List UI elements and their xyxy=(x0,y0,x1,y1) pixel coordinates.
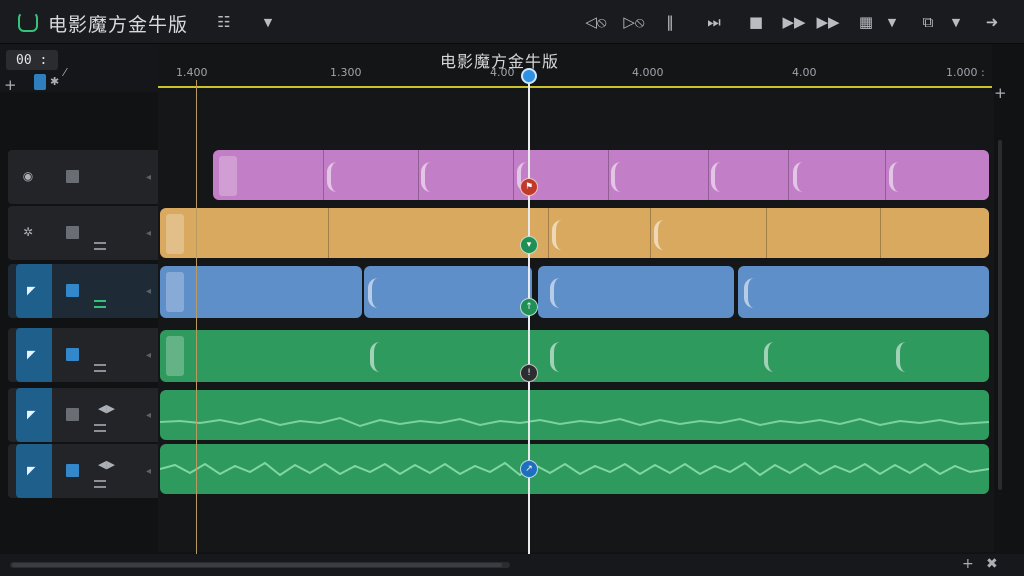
track-color-icon[interactable] xyxy=(66,464,79,477)
mute-solo-icon[interactable] xyxy=(94,480,106,488)
audio-clip[interactable] xyxy=(160,390,989,440)
mute-solo-icon[interactable] xyxy=(94,364,106,372)
title-bar: 电影魔方金牛版 ☷ ▼ ◁⦸ ▷⦸ ‖ ⏭ ■ ▶▶ ▶▶ ▦ ▼ ⧉ ▼ ➜ xyxy=(0,0,1024,44)
track-menu-icon[interactable]: ◂ xyxy=(146,350,151,361)
track-panel-header: 00 : + ✱ ⁄ xyxy=(0,44,158,94)
grid-icon[interactable]: ▦ xyxy=(854,10,878,34)
app-logo-icon xyxy=(18,12,38,32)
play-button[interactable]: ▶▶ xyxy=(782,10,806,34)
video-clip[interactable] xyxy=(538,266,734,318)
bottom-bar: + ✖ xyxy=(0,554,1024,576)
track-color-icon[interactable] xyxy=(66,408,79,421)
chevron-down-icon[interactable]: ▼ xyxy=(256,10,280,34)
playhead-handle[interactable] xyxy=(521,68,537,84)
track-menu-icon[interactable]: ◂ xyxy=(146,228,151,239)
marker-icon[interactable]: ! xyxy=(520,364,538,382)
skip-end-button[interactable]: ⏭ xyxy=(702,10,726,34)
flag-icon: ◤ xyxy=(27,284,36,297)
video-clip[interactable] xyxy=(213,150,989,200)
audio-clip[interactable] xyxy=(160,444,989,494)
video-clip[interactable] xyxy=(160,330,989,382)
app-title: 电影魔方金牛版 xyxy=(48,14,189,36)
track-header-video-1[interactable]: ◉ ◂ xyxy=(8,150,158,204)
fast-forward-button[interactable]: ▷⦸ xyxy=(622,10,646,34)
mute-solo-icon[interactable] xyxy=(94,242,106,250)
magic-wand-icon[interactable]: ⁄ xyxy=(64,66,66,79)
flag-icon: ◤ xyxy=(27,464,36,477)
track-menu-icon[interactable]: ◂ xyxy=(146,172,151,183)
track-menu-icon[interactable]: ◂ xyxy=(146,410,151,421)
ruler-tick-label: 4.000 xyxy=(632,66,664,79)
ruler-tick-label: 1.000 : xyxy=(946,66,985,79)
snap-icon[interactable]: ✱ xyxy=(50,75,59,88)
ruler-tick-label: 4.00 xyxy=(792,66,817,79)
scrollbar-thumb[interactable] xyxy=(12,563,502,567)
add-icon[interactable]: + xyxy=(962,556,974,572)
clip-thumbnail xyxy=(166,214,184,254)
track-color-icon[interactable] xyxy=(66,226,79,239)
audio-waveform xyxy=(160,461,989,477)
playhead-line[interactable] xyxy=(528,74,530,562)
video-clip[interactable] xyxy=(160,266,362,318)
track-header-video-3[interactable]: ◤ ◂ xyxy=(8,264,158,318)
ruler-tick-label: 1.400 xyxy=(176,66,208,79)
flag-icon: ◤ xyxy=(27,348,36,361)
track-header-video-4[interactable]: ◤ ◂ xyxy=(8,328,158,382)
speaker-icon[interactable]: ◀▶ xyxy=(98,458,115,471)
video-clip[interactable] xyxy=(738,266,989,318)
stop-button[interactable]: ■ xyxy=(744,10,768,34)
ruler-work-area-bar[interactable] xyxy=(158,86,992,88)
track-menu-icon[interactable]: ◂ xyxy=(146,466,151,477)
timeline-area[interactable] xyxy=(158,92,994,552)
marker-icon[interactable]: ↑ xyxy=(520,298,538,316)
eye-icon[interactable]: ◉ xyxy=(20,168,36,184)
track-menu-icon[interactable]: ◂ xyxy=(146,286,151,297)
add-track-icon[interactable]: + xyxy=(4,76,17,94)
track-header-audio-1[interactable]: ◤ ◀▶ ◂ xyxy=(8,388,158,442)
rewind-button[interactable]: ◁⦸ xyxy=(584,10,608,34)
clip-thumbnail xyxy=(166,336,184,376)
speaker-icon[interactable]: ◀▶ xyxy=(98,402,115,415)
color-swatch-icon[interactable] xyxy=(34,74,46,90)
settings-sliders-icon[interactable]: ☷ xyxy=(212,10,236,34)
marker-icon[interactable]: ↗ xyxy=(520,460,538,478)
timecode-field[interactable]: 00 : xyxy=(6,50,58,70)
video-clip[interactable] xyxy=(160,208,989,258)
audio-waveform xyxy=(160,416,989,428)
timeline-ruler[interactable] xyxy=(158,44,992,92)
clip-thumbnail xyxy=(219,156,237,196)
track-header-audio-2[interactable]: ◤ ◀▶ ◂ xyxy=(8,444,158,498)
video-clip[interactable] xyxy=(364,266,532,318)
layout-dropdown-icon[interactable]: ▼ xyxy=(944,10,968,34)
flag-icon: ◤ xyxy=(27,408,36,421)
track-header-video-2[interactable]: ✲ ◂ xyxy=(8,206,158,260)
grid-dropdown-icon[interactable]: ▼ xyxy=(880,10,904,34)
pin-icon[interactable]: ✖ xyxy=(986,556,998,572)
add-icon[interactable]: + xyxy=(994,84,1007,102)
marker-icon[interactable]: ▾ xyxy=(520,236,538,254)
clip-thumbnail xyxy=(166,272,184,312)
layout-icon[interactable]: ⧉ xyxy=(916,10,940,34)
gear-icon[interactable]: ✲ xyxy=(20,224,36,240)
vertical-scrollbar[interactable] xyxy=(998,140,1002,490)
marker-icon[interactable]: ⚑ xyxy=(520,178,538,196)
ruler-tick-label: 1.300 xyxy=(330,66,362,79)
track-color-icon[interactable] xyxy=(66,170,79,183)
track-color-icon[interactable] xyxy=(66,348,79,361)
in-point-line[interactable] xyxy=(196,80,197,554)
next-frame-button[interactable]: ▶▶ xyxy=(816,10,840,34)
track-color-icon[interactable] xyxy=(66,284,79,297)
pause-button[interactable]: ‖ xyxy=(658,10,682,34)
export-arrow-icon[interactable]: ➜ xyxy=(980,10,1004,34)
mute-solo-icon[interactable] xyxy=(94,300,106,308)
mute-solo-icon[interactable] xyxy=(94,424,106,432)
ruler-tick-label: 4.00 xyxy=(490,66,515,79)
